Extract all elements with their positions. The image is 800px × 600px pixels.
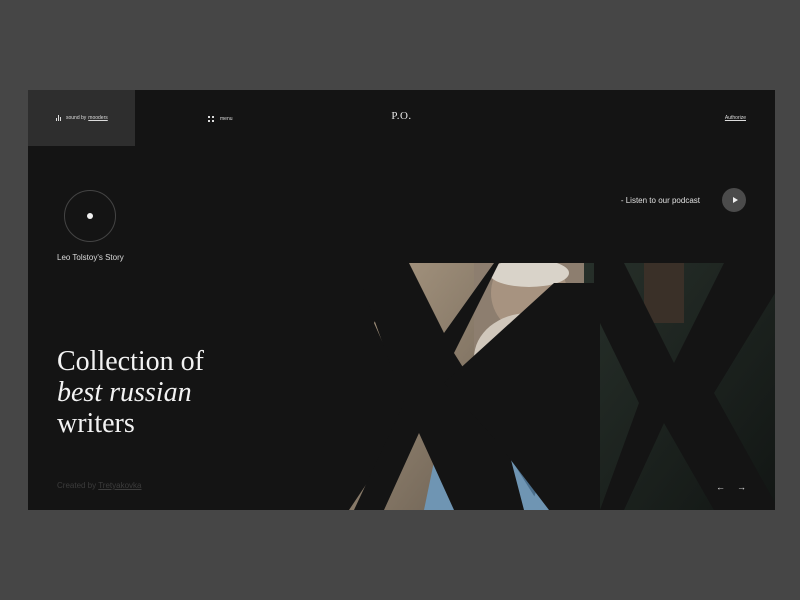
podcast-play-button[interactable] — [722, 188, 746, 212]
slider-navigation: ← → — [716, 482, 746, 492]
xx-portrait-image — [294, 263, 775, 510]
title-line-2: best russian — [57, 377, 192, 408]
dot-icon — [87, 213, 93, 219]
story-play-circle[interactable] — [64, 190, 116, 242]
credit: Created by Tretyakovka — [57, 481, 142, 490]
hero-panel: sound by mooders menu P.O. Authorize Leo… — [28, 90, 775, 510]
xx-portrait-artwork — [294, 263, 775, 510]
authorize-link[interactable]: Authorize — [725, 115, 746, 121]
podcast-label[interactable]: - Listen to our podcast — [621, 196, 700, 205]
logo[interactable]: P.O. — [28, 110, 775, 122]
arrow-left-icon[interactable]: ← — [716, 482, 725, 492]
title-line-3: writers — [57, 408, 135, 439]
story-label[interactable]: Leo Tolstoy's Story — [57, 253, 124, 262]
credit-prefix: Created by — [57, 481, 97, 490]
title-line-1: Collection of — [57, 346, 204, 377]
arrow-right-icon[interactable]: → — [737, 482, 746, 492]
play-icon — [732, 197, 738, 203]
page-title: Collection of best russian writers — [57, 346, 204, 439]
credit-link[interactable]: Tretyakovka — [98, 481, 141, 490]
